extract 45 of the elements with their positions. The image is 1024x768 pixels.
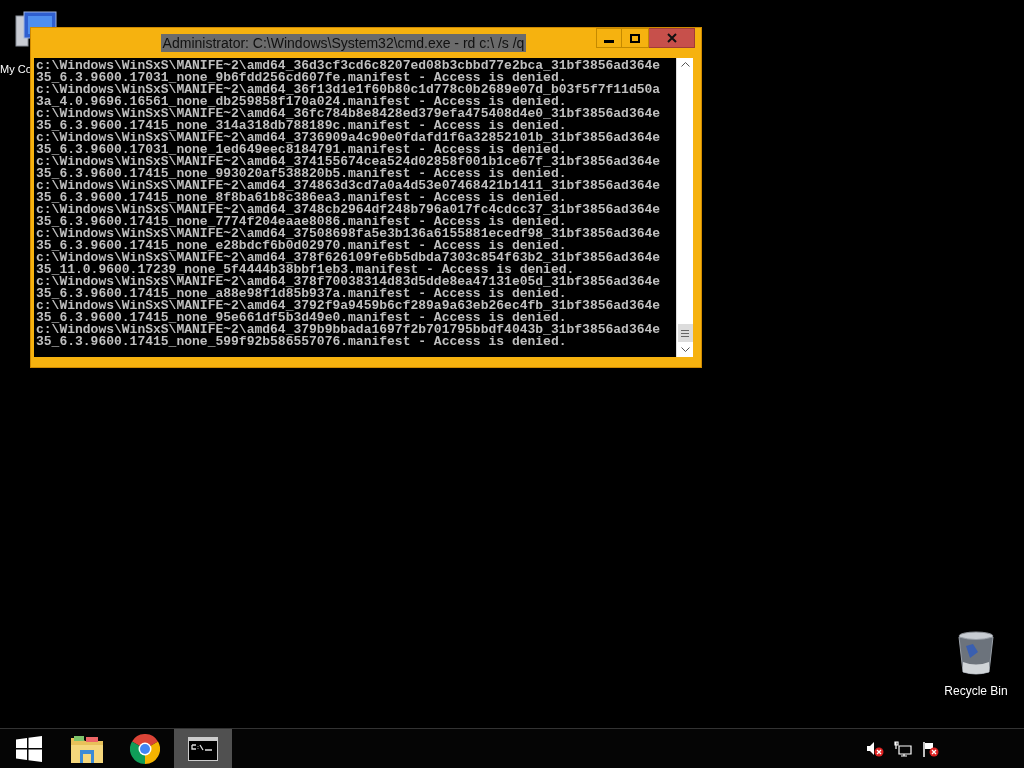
taskbar-button[interactable] <box>174 729 232 768</box>
window-title: Administrator: C:\Windows\System32\cmd.exe - rd c:\ /s /q <box>160 34 527 52</box>
chrome-icon <box>130 733 160 764</box>
maximize-icon <box>630 33 640 43</box>
maximize-button[interactable] <box>622 28 649 48</box>
console-line: c:\Windows\WinSxS\MANIFE~2\amd64_3748cb2964df248b796a017fc4cdcc37_31bf3856ad364e <box>36 204 662 216</box>
console-line: c:\Windows\WinSxS\MANIFE~2\amd64_374155674cea524d02858f001b1ce67f_31bf3856ad364e <box>36 156 662 168</box>
console-line: 35_6.3.9600.17415_none_95e661df5b3d49e0.manifest - Access is denied. <box>36 312 567 324</box>
flag-icon <box>922 740 940 757</box>
console-line: 35_6.3.9600.17415_none_7774f204eaae8086.manifest - Access is denied. <box>36 216 567 228</box>
scroll-thumb[interactable] <box>677 324 693 342</box>
folder-icon <box>70 733 104 764</box>
console-line: c:\Windows\WinSxS\MANIFE~2\amd64_3736909a4c90e0fdafd1f6a32852101b_31bf3856ad364e <box>36 132 662 144</box>
console-line: 35_6.3.9600.17415_none_e28bdcf6b0d02970.manifest - Access is denied. <box>36 240 567 252</box>
network-icon <box>894 740 912 757</box>
console-line: 35_6.3.9600.17415_none_314a318db788189c.manifest - Access is denied. <box>36 120 567 132</box>
close-icon <box>666 33 677 43</box>
windows-logo-icon <box>16 735 42 762</box>
close-button[interactable] <box>649 28 695 48</box>
speaker-muted-icon <box>866 740 884 757</box>
console-line: 35_6.3.9600.17415_none_599f92b586557076.manifest - Access is denied. <box>36 336 567 348</box>
console-line: c:\Windows\WinSxS\MANIFE~2\amd64_37508698fa5e3b136a6155881ecedf98_31bf3856ad364e <box>36 228 662 240</box>
console-line: c:\Windows\WinSxS\MANIFE~2\amd64_3792f9a9459b6cf289a9a63eb26ec4fb_31bf3856ad364e <box>36 300 662 312</box>
console-line: c:\Windows\WinSxS\MANIFE~2\amd64_378f70038314d83d5dde8ea47131e05d_31bf3856ad364e <box>36 276 662 288</box>
console-line: c:\Windows\WinSxS\MANIFE~2\amd64_36d3cf3cd6c8207ed08b3cbbd77e2bca_31bf3856ad364e <box>36 60 662 72</box>
console-line: 35_6.3.9600.17031_none_1ed649eec8184791.manifest - Access is denied. <box>36 144 567 156</box>
minimize-button[interactable] <box>596 28 622 48</box>
console-line: 35_6.3.9600.17415_none_8f8ba61b8c386ea3.manifest - Access is denied. <box>36 192 567 204</box>
console-line: 35_11.0.9600.17239_none_5f4444b38bbf1eb3.manifest - Access is denied. <box>36 264 575 276</box>
trash-icon <box>956 630 996 676</box>
console-line: c:\Windows\WinSxS\MANIFE~2\amd64_378f626109fe6b5dbda7303c854f63b2_31bf3856ad364e <box>36 252 662 264</box>
console-line: 35_6.3.9600.17031_none_9b6fdd256cd607fe.manifest - Access is denied. <box>36 72 567 84</box>
console-line: c:\Windows\WinSxS\MANIFE~2\amd64_374863d3cd7a0a4d53e07468421b1411_31bf3856ad364e <box>36 180 662 192</box>
console-line: c:\Windows\WinSxS\MANIFE~2\amd64_379b9bbada1697f2b701795bbdf4043b_31bf3856ad364e <box>36 324 662 336</box>
scroll-down-icon <box>680 347 690 352</box>
icon-label: Recycle Bin <box>944 683 1008 700</box>
console-line: 35_6.3.9600.17415_none_a88e98f1d85b937a.manifest - Access is denied. <box>36 288 567 300</box>
scrollbar[interactable] <box>676 58 693 357</box>
console-line: c:\Windows\WinSxS\MANIFE~2\amd64_36fc784b8e8428ed379efa475408d4e0_31bf3856ad364e <box>36 108 662 120</box>
console-line: 35_6.3.9600.17415_none_993020af538820b5.manifest - Access is denied. <box>36 168 567 180</box>
console-icon <box>188 736 218 761</box>
console-line: 3a_4.0.9696.16561_none_db259858f170a024.manifest - Access is denied. <box>36 96 567 108</box>
minimize-icon <box>604 39 614 43</box>
console-line: c:\Windows\WinSxS\MANIFE~2\amd64_36f13d1e1f60b80c1d778c0b2689e07d_b03f5f7f11d50a <box>36 84 662 96</box>
scroll-up-icon <box>680 62 690 67</box>
